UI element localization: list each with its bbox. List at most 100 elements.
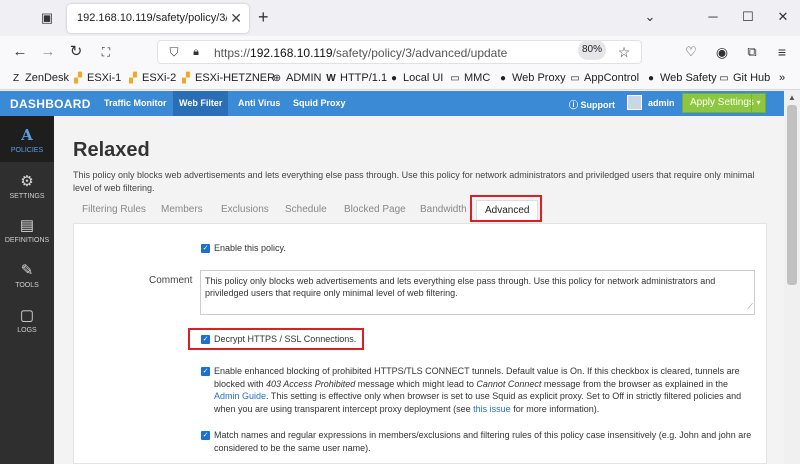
enable-policy-checkbox[interactable]: ✓ <box>201 244 210 253</box>
bookmark-item[interactable]: ⊕ ADMIN <box>271 72 322 84</box>
bookmarks-bar: Z ZenDesk ▞ ESXi-1 ▞ ESXi-2 ▞ ESXi-HETZNER ⊕… <box>0 68 800 90</box>
folder-icon: ▢ <box>19 307 35 324</box>
zoom-level[interactable]: 80% <box>578 40 606 60</box>
tab-bandwidth[interactable]: Bandwidth <box>420 204 467 215</box>
decrypt-https-checkbox[interactable]: ✓ <box>201 335 210 344</box>
bookmarks-overflow-icon[interactable]: » <box>779 72 785 84</box>
nav-traffic-monitor[interactable]: Traffic Monitor <box>104 98 167 108</box>
tab-members[interactable]: Members <box>161 204 203 215</box>
menu-icon[interactable]: ≡ <box>772 43 792 61</box>
book-icon: ▤ <box>19 217 35 234</box>
url-text[interactable]: https://192.168.10.119/safety/policy/3/a… <box>214 46 507 60</box>
avatar[interactable] <box>627 95 642 110</box>
browser-navbar: ← → ↻ ⛶ ⛉ 🔒︎ https://192.168.10.119/safe… <box>0 36 800 68</box>
support-link[interactable]: ⓘ Support <box>569 98 615 111</box>
page-scrollbar[interactable]: ▲ <box>784 91 800 464</box>
bookmark-item[interactable]: ▭ Git Hub <box>718 72 770 84</box>
vmware-icon: ▞ <box>129 73 137 84</box>
bookmark-item[interactable]: ▭ MMC <box>449 72 490 84</box>
lock-icon[interactable]: 🔒︎ <box>186 43 206 61</box>
url-bar[interactable]: ⛉ 🔒︎ https://192.168.10.119/safety/polic… <box>157 40 642 64</box>
comment-label: Comment <box>149 275 193 286</box>
gear-icon: ⚙ <box>20 173 34 190</box>
new-tab-button[interactable]: + <box>258 7 269 28</box>
forward-icon[interactable]: → <box>38 43 58 61</box>
comment-textarea[interactable]: This policy only blocks web advertisemen… <box>200 270 755 315</box>
tab-exclusions[interactable]: Exclusions <box>221 204 269 215</box>
back-icon[interactable]: ← <box>10 43 30 61</box>
scroll-up-icon[interactable]: ▲ <box>788 93 796 102</box>
local-ui-icon: ● <box>390 73 398 84</box>
bookmark-item[interactable]: ▞ ESXi-2 <box>127 72 176 84</box>
app-header: DASHBOARD Traffic Monitor Web Filter Ant… <box>0 91 784 116</box>
admin-icon: ⊕ <box>272 73 282 84</box>
bookmark-item[interactable]: ▭ AppControl <box>569 72 639 84</box>
info-icon: ⓘ <box>569 100 581 110</box>
admin-guide-link[interactable]: Admin Guide <box>214 391 266 401</box>
bookmark-item[interactable]: ● Web Safety <box>645 72 717 84</box>
resize-handle-icon[interactable]: ⟋ <box>747 301 753 313</box>
tab-title: 192.168.10.119/safety/policy/3/advanced <box>77 12 227 24</box>
maximize-icon[interactable]: ☐ <box>738 9 758 25</box>
match-case-insensitive-checkbox[interactable]: ✓ <box>201 431 210 440</box>
pocket-icon[interactable]: ♡ <box>681 43 701 61</box>
extensions-icon[interactable]: ⧉ <box>742 43 762 61</box>
browser-tab-strip: ▣ 192.168.10.119/safety/policy/3/advance… <box>0 0 800 36</box>
this-issue-link[interactable]: this issue <box>473 404 511 414</box>
enhanced-blocking-text: Enable enhanced blocking of prohibited H… <box>214 366 742 414</box>
vmware-icon: ▞ <box>182 73 190 84</box>
minimize-icon[interactable]: ─ <box>703 9 723 24</box>
nav-web-filter[interactable]: Web Filter <box>173 91 229 116</box>
dashboard-brand[interactable]: DASHBOARD <box>10 97 91 111</box>
sidebar-item-policies[interactable]: A POLICIES <box>0 116 54 162</box>
vmware-icon: ▞ <box>74 73 82 84</box>
user-name[interactable]: admin <box>648 98 675 108</box>
page-title: Relaxed <box>73 139 150 161</box>
bookmark-item[interactable]: ● Web Proxy <box>497 72 566 84</box>
folder-icon: ▭ <box>719 73 729 84</box>
match-case-insensitive-label: Match names and regular expressions in m… <box>214 430 752 453</box>
tab-list-icon[interactable]: ▣ <box>38 9 56 27</box>
advanced-settings-panel <box>73 223 767 464</box>
account-icon[interactable]: ◉ <box>712 43 732 61</box>
wrench-icon: ✎ <box>20 262 34 279</box>
sidebar-item-logs[interactable]: ▢ LOGS <box>0 306 54 334</box>
bookmark-item[interactable]: Z ZenDesk <box>10 72 69 84</box>
policies-icon: A <box>21 126 33 144</box>
nav-squid-proxy[interactable]: Squid Proxy <box>293 98 346 108</box>
sidebar: A POLICIES ⚙ SETTINGS ▤ DEFINITIONS ✎ TO… <box>0 116 54 464</box>
page-description: This policy only blocks web advertisemen… <box>73 170 755 193</box>
folder-icon: ▭ <box>570 73 580 84</box>
apply-settings-button[interactable]: Apply Settings ▾ <box>682 93 766 113</box>
nav-anti-virus[interactable]: Anti Virus <box>238 98 280 108</box>
decrypt-https-label: Decrypt HTTPS / SSL Connections. <box>214 334 357 344</box>
tab-schedule[interactable]: Schedule <box>285 204 327 215</box>
bookmark-star-icon[interactable]: ☆ <box>614 43 634 61</box>
bookmark-item[interactable]: W HTTP/1.1 <box>325 72 387 84</box>
enable-policy-label: Enable this policy. <box>214 243 286 253</box>
bookmark-item[interactable]: ▞ ESXi-1 <box>72 72 121 84</box>
enhanced-blocking-checkbox[interactable]: ✓ <box>201 367 210 376</box>
close-tab-icon[interactable]: ✕ <box>230 10 242 27</box>
tab-filtering-rules[interactable]: Filtering Rules <box>82 204 146 215</box>
reload-icon[interactable]: ↻ <box>66 43 86 61</box>
scrollbar-thumb[interactable] <box>787 105 797 285</box>
github-icon: ● <box>647 73 655 84</box>
bookmark-item[interactable]: ● Local UI <box>388 72 443 84</box>
shield-icon[interactable]: ⛉ <box>164 43 184 61</box>
policy-tabs: Filtering Rules Members Exclusions Sched… <box>54 200 784 223</box>
folder-icon: ▭ <box>450 73 460 84</box>
screenshot-icon[interactable]: ⛶ <box>96 43 116 61</box>
zendesk-icon: Z <box>12 73 20 84</box>
tab-overflow-chevron-icon[interactable]: ⌄ <box>640 9 660 25</box>
browser-tab[interactable]: 192.168.10.119/safety/policy/3/advanced … <box>67 4 249 33</box>
bookmark-item[interactable]: ▞ ESXi-HETZNER <box>180 72 275 84</box>
close-window-icon[interactable]: ✕ <box>773 9 793 25</box>
github-icon: ● <box>499 73 507 84</box>
sidebar-item-definitions[interactable]: ▤ DEFINITIONS <box>0 216 54 244</box>
sidebar-item-tools[interactable]: ✎ TOOLS <box>0 261 54 289</box>
tab-blocked-page[interactable]: Blocked Page <box>344 204 406 215</box>
chevron-down-icon[interactable]: ▾ <box>751 94 765 112</box>
sidebar-item-settings[interactable]: ⚙ SETTINGS <box>0 172 54 200</box>
advanced-tab-highlight <box>470 195 542 222</box>
